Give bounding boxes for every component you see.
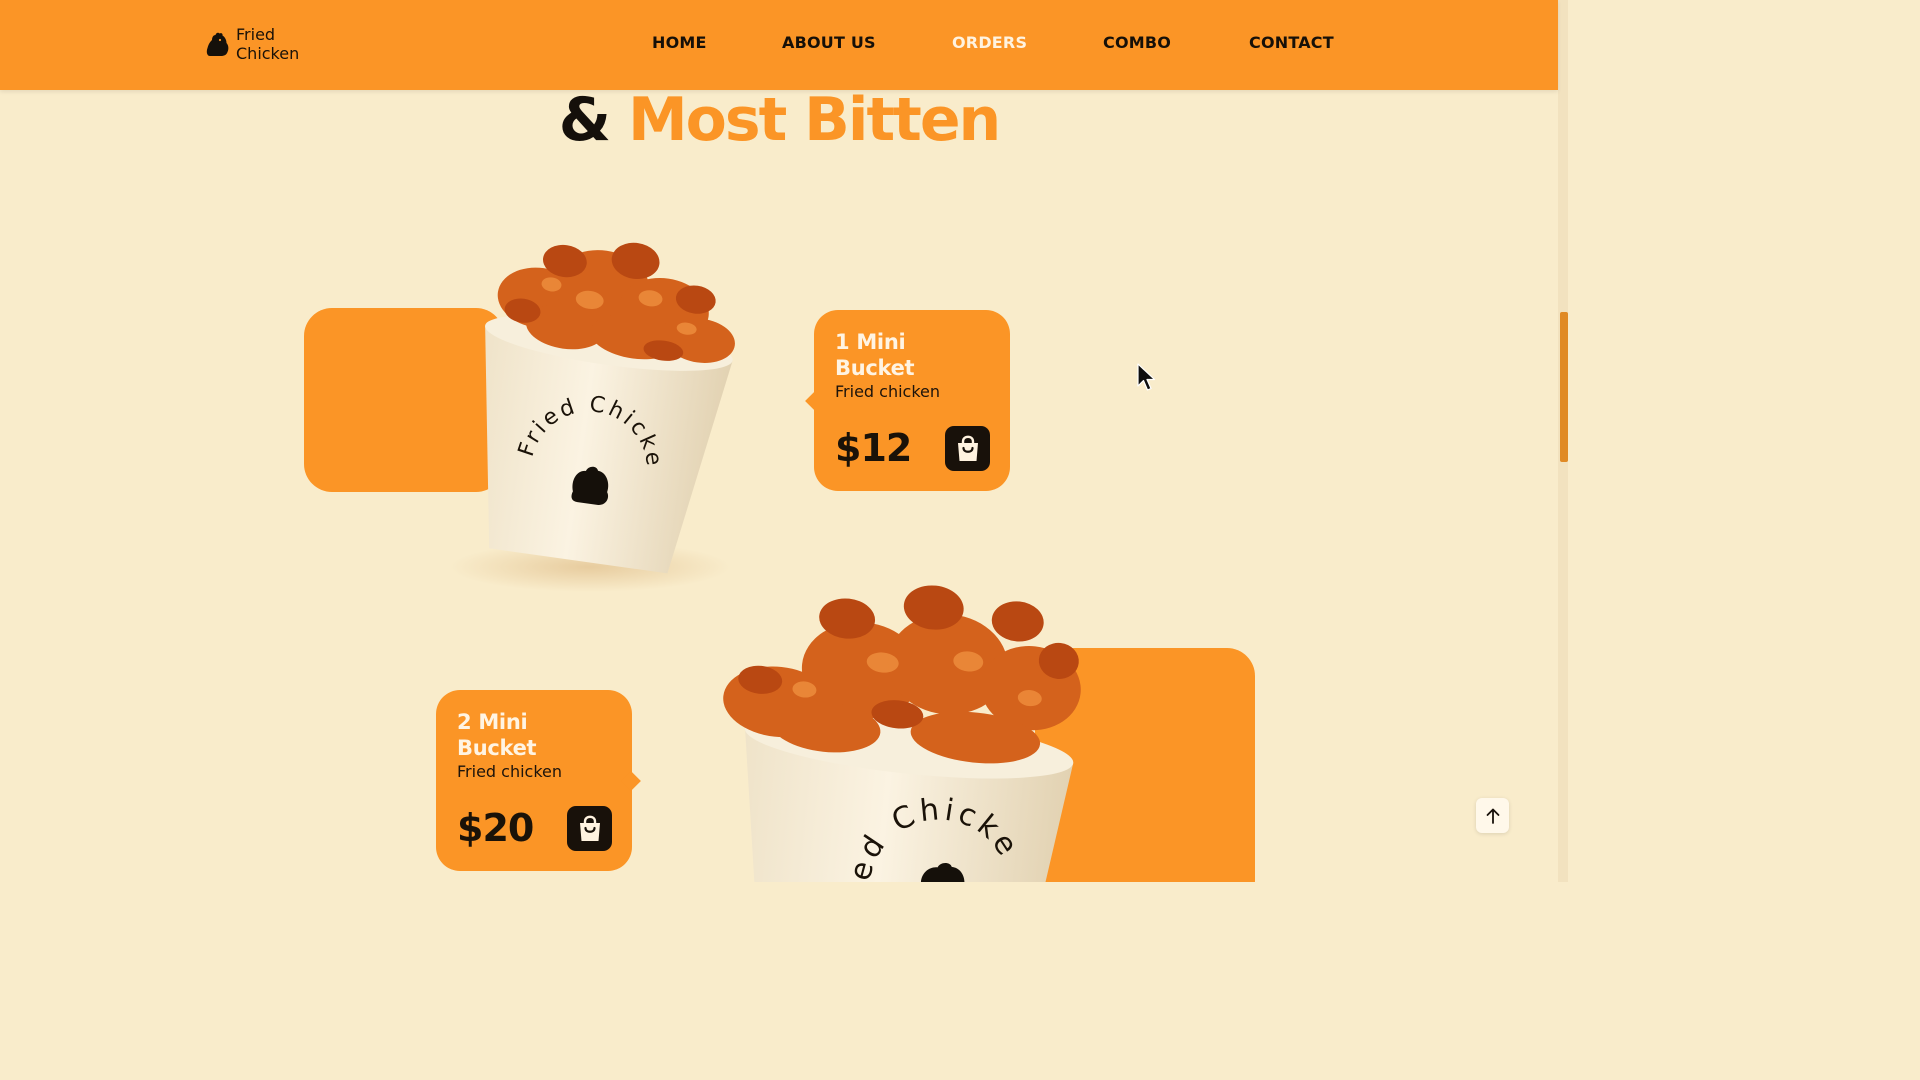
product-1-card: 1 Mini Bucket Fried chicken $12 — [814, 310, 1010, 491]
section-heading: & Most Bitten — [0, 82, 1558, 158]
product-1-title: 1 Mini Bucket — [835, 330, 915, 380]
main-nav: HOME ABOUT US ORDERS COMBO CONTACT — [0, 33, 1558, 57]
nav-contact[interactable]: CONTACT — [1249, 33, 1334, 52]
product-1-subtitle: Fried chicken — [835, 382, 941, 401]
product-1-price: $12 — [835, 426, 912, 470]
product-2-title: 2 Mini Bucket — [457, 710, 537, 760]
shopping-bag-icon — [957, 435, 978, 461]
nav-about-us[interactable]: ABOUT US — [782, 33, 876, 52]
mouse-cursor-icon — [1137, 363, 1156, 391]
product-2-price: $20 — [457, 806, 534, 850]
site-header: Fried Chicken HOME ABOUT US ORDERS COMBO… — [0, 0, 1558, 90]
nav-home[interactable]: HOME — [652, 33, 707, 52]
product-2-add-to-cart-button[interactable] — [567, 806, 612, 851]
scroll-to-top-button[interactable] — [1476, 798, 1509, 833]
arrow-up-icon — [1486, 808, 1499, 824]
product-2-subtitle: Fried chicken — [457, 762, 563, 781]
page-scrollbar-thumb[interactable] — [1560, 312, 1568, 462]
product-2-card: 2 Mini Bucket Fried chicken $20 — [436, 690, 632, 871]
product-2-bucket-image: ed Chicke — [700, 565, 1100, 882]
heading-accent: Most Bitten — [627, 85, 1001, 155]
heading-prefix: & — [558, 85, 611, 155]
nav-combo[interactable]: COMBO — [1103, 33, 1171, 52]
nav-orders[interactable]: ORDERS — [952, 33, 1027, 52]
page: Fried Chicken HOME ABOUT US ORDERS COMBO… — [0, 0, 1568, 882]
product-1-add-to-cart-button[interactable] — [945, 426, 990, 471]
shopping-bag-icon — [579, 815, 600, 841]
product-1-bucket-image: Fried Chicken — [420, 191, 760, 592]
